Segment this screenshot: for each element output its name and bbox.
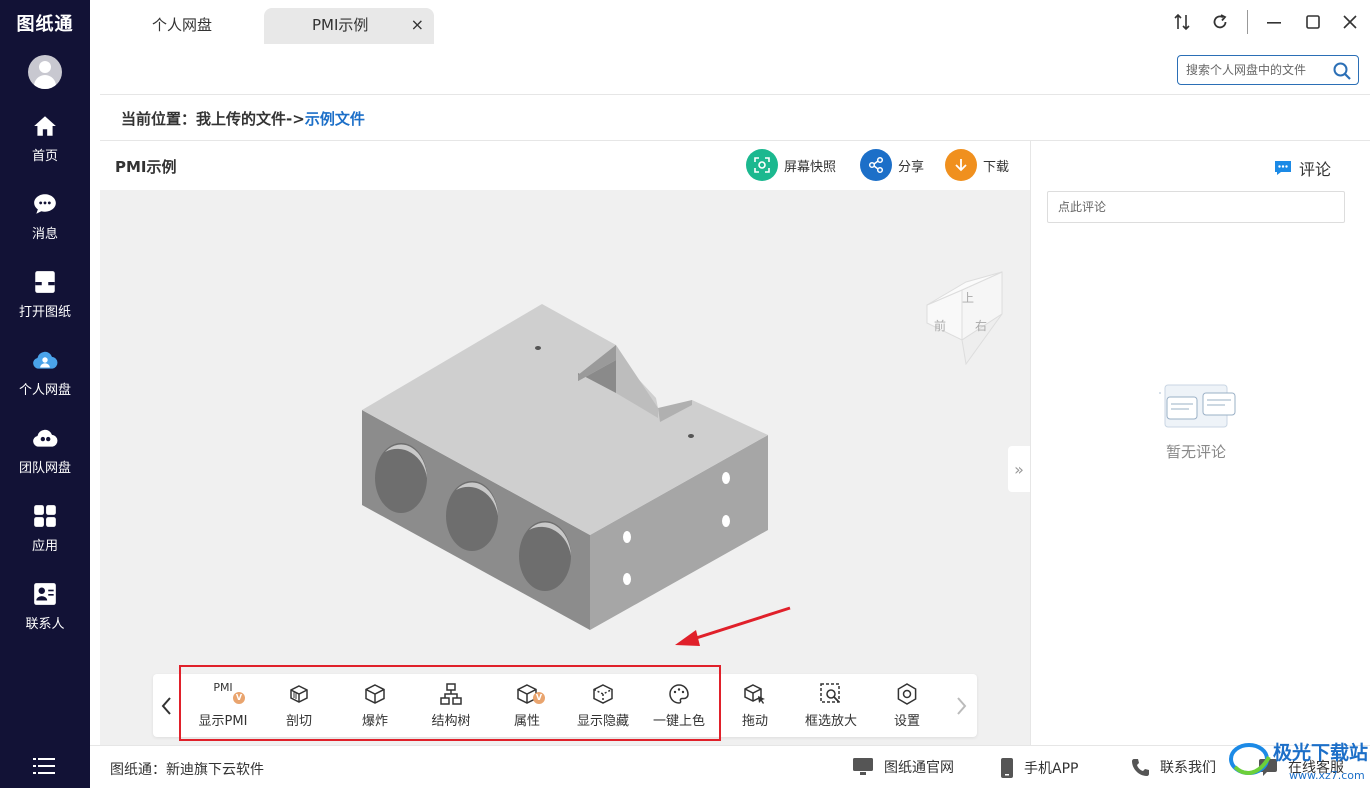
footer-link-label: 图纸通官网 — [884, 760, 954, 776]
drag-icon — [744, 684, 765, 704]
phone-icon — [1001, 758, 1013, 778]
share-button[interactable]: 分享 — [860, 149, 924, 181]
open-drawing-icon — [35, 271, 55, 293]
toolbar-label: 拖动 — [741, 714, 768, 729]
sidebar-item-home[interactable]: 首页 — [0, 113, 90, 183]
tab-personal-disk[interactable]: 个人网盘 — [100, 8, 264, 44]
search-box — [1177, 55, 1359, 85]
sidebar-item-open-drawing[interactable]: 打开图纸 — [0, 269, 90, 339]
tab-close-icon[interactable]: × — [411, 8, 424, 42]
collapse-panel-button[interactable]: » — [1008, 446, 1030, 492]
sidebar-item-label: 联系人 — [25, 617, 65, 632]
telephone-icon — [1132, 759, 1149, 776]
3d-part-model[interactable] — [362, 304, 768, 630]
sidebar-item-label: 首页 — [31, 149, 58, 164]
view-cube-front-label[interactable]: 前 — [934, 318, 946, 333]
search-input[interactable] — [1186, 61, 1328, 79]
sidebar-item-label: 打开图纸 — [18, 305, 71, 320]
contact-card-icon — [34, 583, 56, 605]
tab-pmi-example[interactable]: PMI示例 × — [264, 8, 434, 44]
view-cube[interactable]: 上 前 右 — [926, 271, 1003, 366]
model-canvas[interactable]: 上 前 右 — [100, 190, 1030, 745]
sidebar: 图纸通 首页 消息 打开图纸 个人网盘 团队网盘 应用 联系人 — [0, 0, 90, 788]
cloud-user-icon — [33, 351, 58, 369]
annotation-arrow — [675, 606, 791, 646]
sidebar-item-label: 应用 — [31, 539, 58, 554]
toolbar-settings[interactable]: 设置 — [869, 674, 945, 737]
footer: 图纸通：新迪旗下云软件 图纸通官网 手机APP 联系我们 在线客服 — [90, 745, 1370, 788]
toolbar-next-icon[interactable] — [951, 694, 971, 718]
home-icon — [34, 116, 56, 136]
svg-text:极光下载站: 极光下载站 — [1273, 741, 1368, 764]
comments-panel: 评论 暂无评论 — [1030, 140, 1370, 745]
sidebar-item-label: 个人网盘 — [18, 383, 71, 398]
toolbar-prev-icon[interactable] — [157, 694, 177, 718]
comment-icon — [1275, 161, 1291, 175]
empty-comments: 暂无评论 — [1141, 379, 1251, 462]
empty-comments-icon — [1159, 384, 1236, 428]
sidebar-item-personal-disk[interactable]: 个人网盘 — [0, 347, 90, 417]
breadcrumb-path[interactable]: 我上传的文件-> — [196, 110, 305, 128]
comment-input[interactable] — [1047, 191, 1345, 223]
share-label: 分享 — [898, 159, 925, 175]
close-window-icon[interactable] — [1338, 10, 1362, 34]
refresh-icon[interactable] — [1208, 10, 1232, 34]
search-icon[interactable] — [1332, 61, 1352, 81]
footer-text: 图纸通：新迪旗下云软件 — [110, 762, 264, 778]
share-icon — [860, 149, 892, 181]
viewer-header: PMI示例 屏幕快照 分享 下载 — [100, 140, 1030, 190]
comments-title: 评论 — [1299, 160, 1332, 179]
avatar[interactable] — [28, 55, 62, 89]
tab-label: 个人网盘 — [151, 16, 212, 34]
camera-icon — [746, 149, 778, 181]
view-cube-top-label[interactable]: 上 — [962, 291, 974, 305]
breadcrumb-current[interactable]: 示例文件 — [305, 110, 365, 128]
sidebar-item-team-disk[interactable]: 团队网盘 — [0, 425, 90, 495]
gear-icon — [897, 683, 917, 705]
box-zoom-icon — [820, 683, 840, 703]
apps-grid-icon — [34, 505, 56, 527]
maximize-icon[interactable] — [1301, 10, 1325, 34]
download-icon — [945, 149, 977, 181]
minimize-icon[interactable] — [1262, 10, 1286, 34]
view-cube-right-label[interactable]: 右 — [975, 318, 987, 333]
model-viewer[interactable]: 上 前 右 — [100, 190, 1030, 745]
window-controls-divider — [1247, 10, 1248, 34]
screenshot-button[interactable]: 屏幕快照 — [746, 149, 836, 181]
menu-icon[interactable] — [33, 756, 55, 776]
comments-header: 评论 — [1273, 156, 1331, 180]
download-button[interactable]: 下载 — [945, 149, 1009, 181]
breadcrumb-prefix: 当前位置： — [121, 110, 197, 128]
footer-link-label: 联系我们 — [1160, 760, 1216, 776]
svg-text:www.xz7.com: www.xz7.com — [1289, 769, 1365, 782]
footer-link-contact[interactable]: 联系我们 — [1130, 757, 1216, 777]
annotation-highlight-box — [179, 665, 721, 741]
screenshot-label: 屏幕快照 — [784, 159, 837, 175]
header-divider — [100, 94, 1370, 95]
tab-label: PMI示例 — [312, 16, 369, 34]
sidebar-item-label: 团队网盘 — [18, 461, 71, 476]
footer-link-website[interactable]: 图纸通官网 — [852, 757, 954, 777]
watermark-logo: 极光下载站 www.xz7.com — [1229, 741, 1368, 782]
cloud-team-icon — [33, 429, 58, 447]
monitor-icon — [853, 758, 873, 775]
toolbar-label: 设置 — [893, 714, 920, 729]
breadcrumb: 当前位置：我上传的文件->示例文件 — [121, 108, 365, 129]
empty-comments-text: 暂无评论 — [1165, 443, 1226, 461]
toolbar-label: 框选放大 — [804, 714, 857, 729]
sort-icon[interactable] — [1170, 10, 1194, 34]
sidebar-item-contacts[interactable]: 联系人 — [0, 581, 90, 651]
download-label: 下载 — [983, 159, 1010, 175]
double-chevron-right-icon: » — [1014, 459, 1024, 479]
sidebar-item-apps[interactable]: 应用 — [0, 503, 90, 573]
footer-link-label: 手机APP — [1024, 761, 1079, 777]
toolbar-drag[interactable]: 拖动 — [717, 674, 793, 737]
app-logo: 图纸通 — [16, 14, 74, 35]
page-title: PMI示例 — [115, 158, 177, 176]
message-icon — [34, 194, 56, 214]
sidebar-item-messages[interactable]: 消息 — [0, 191, 90, 261]
sidebar-item-label: 消息 — [31, 227, 58, 242]
footer-link-mobile-app[interactable]: 手机APP — [1000, 757, 1078, 779]
toolbar-box-zoom[interactable]: 框选放大 — [793, 674, 869, 737]
